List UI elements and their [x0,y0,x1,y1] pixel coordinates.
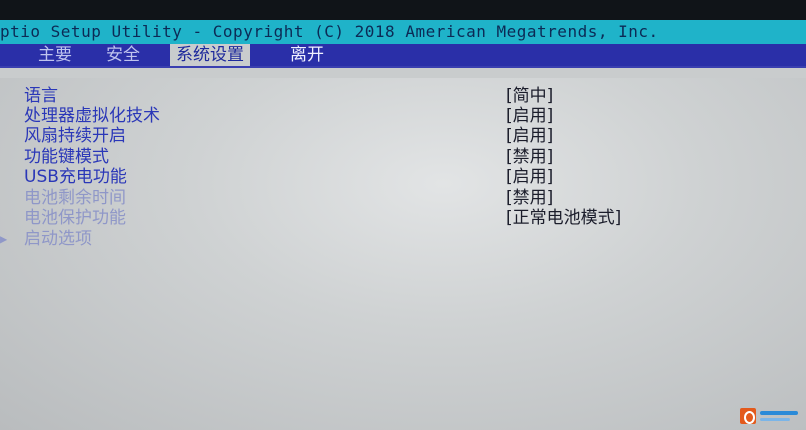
setting-label: 电池保护功能 [24,208,126,228]
bios-screen: ptio Setup Utility - Copyright (C) 2018 … [0,0,806,430]
setting-label: USB充电功能 [24,167,127,187]
settings-panel: 语言 [简中] 处理器虚拟化技术 [启用] 风扇持续开启 [启用] 功能键模式 … [0,78,806,430]
tab-bar: 主要 安全 系统设置 离开 [0,44,806,66]
setting-label: 处理器虚拟化技术 [24,106,160,126]
setting-label: 启动选项 [24,229,92,249]
tab-exit[interactable]: 离开 [284,44,330,66]
setting-value[interactable]: [禁用] [506,188,553,208]
setting-label: 电池剩余时间 [24,188,126,208]
title-bar: ptio Setup Utility - Copyright (C) 2018 … [0,20,806,44]
setting-row-function-key[interactable]: 功能键模式 [禁用] [0,147,806,167]
setting-row-battery-time[interactable]: 电池剩余时间 [禁用] [0,188,806,208]
setting-row-fan[interactable]: 风扇持续开启 [启用] [0,126,806,146]
setting-row-battery-protection[interactable]: 电池保护功能 [正常电池模式] [0,208,806,228]
triangle-right-icon: ▶ [0,232,8,246]
tab-security[interactable]: 安全 [100,44,146,66]
setting-label: 风扇持续开启 [24,126,126,146]
tab-system-settings[interactable]: 系统设置 [170,44,250,66]
setting-row-virtualization[interactable]: 处理器虚拟化技术 [启用] [0,106,806,126]
office-logo-icon [740,408,800,426]
setting-value[interactable]: [简中] [506,86,553,106]
watermark-bar [760,411,798,415]
setting-value[interactable]: [启用] [506,167,553,187]
setting-value[interactable]: [启用] [506,126,553,146]
setting-row-boot-options[interactable]: ▶ 启动选项 [0,229,806,249]
watermark-bar [760,418,790,421]
setting-label: 功能键模式 [24,147,109,167]
setting-row-usb-charging[interactable]: USB充电功能 [启用] [0,167,806,187]
setting-label: 语言 [24,86,58,106]
setting-value[interactable]: [启用] [506,106,553,126]
tab-main[interactable]: 主要 [32,44,78,66]
setting-row-language[interactable]: 语言 [简中] [0,86,806,106]
watermark-square [740,408,756,424]
setting-value[interactable]: [正常电池模式] [506,208,621,228]
monitor-bezel [0,0,806,20]
title-text: ptio Setup Utility - Copyright (C) 2018 … [0,22,659,41]
setting-value[interactable]: [禁用] [506,147,553,167]
